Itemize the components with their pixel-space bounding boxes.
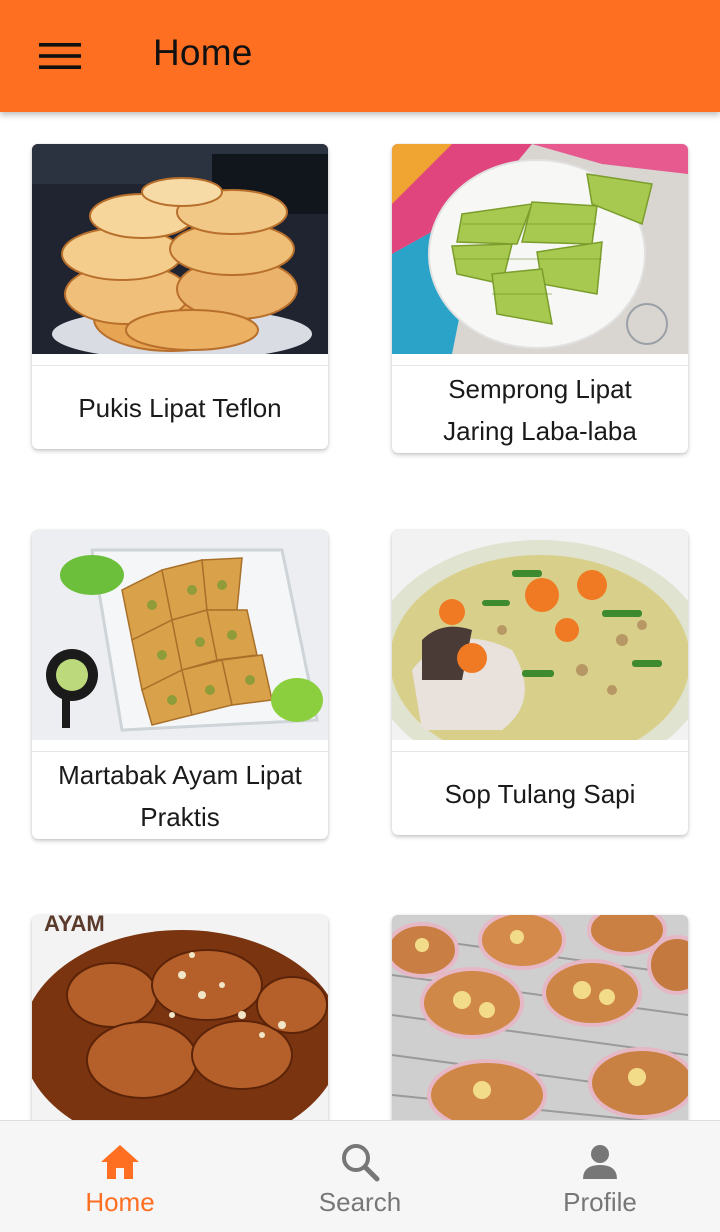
recipe-title: Semprong Lipat Jaring Laba-laba [443,373,637,446]
recipe-photo: AYAM [32,915,328,1120]
recipe-photo [392,915,688,1120]
recipe-photo [392,530,688,740]
divider [32,740,328,752]
nav-profile[interactable]: Profile [480,1121,720,1232]
nav-home[interactable]: Home [0,1121,240,1232]
recipe-card[interactable]: Semprong Lipat Jaring Laba-laba [392,144,688,453]
nav-label: Home [85,1187,155,1217]
recipe-card[interactable]: AYAM [32,915,328,1120]
recipe-photo [392,144,688,354]
recipe-card[interactable] [392,915,688,1120]
recipe-grid: Pukis Lipat Teflon Semprong Lipat Jaring… [0,112,720,1120]
nav-search[interactable]: Search [240,1121,480,1232]
person-icon [577,1139,623,1185]
divider [392,354,688,366]
home-icon [97,1139,143,1185]
recipe-photo [32,530,328,740]
divider [32,354,328,366]
recipe-card[interactable]: Pukis Lipat Teflon [32,144,328,449]
recipe-card[interactable]: Martabak Ayam Lipat Praktis [32,530,328,839]
search-icon [337,1139,383,1185]
menu-button[interactable] [24,28,96,84]
hamburger-menu-icon [39,43,81,69]
page-title: Home [153,32,253,73]
divider [392,740,688,752]
nav-label: Profile [563,1187,637,1217]
photo-caption-text: AYAM [44,915,105,936]
bottom-navigation: Home Search Profile [0,1120,720,1232]
recipe-card[interactable]: Sop Tulang Sapi [392,530,688,835]
recipe-title: Martabak Ayam Lipat Praktis [58,759,302,832]
recipe-photo [32,144,328,354]
recipe-title: Sop Tulang Sapi [444,778,636,809]
nav-label: Search [318,1187,402,1217]
recipe-title: Pukis Lipat Teflon [78,392,282,423]
app-bar: Home [0,0,720,112]
app-root: Home Pukis Lipat Teflon Semprong Lipat J… [0,0,720,1232]
